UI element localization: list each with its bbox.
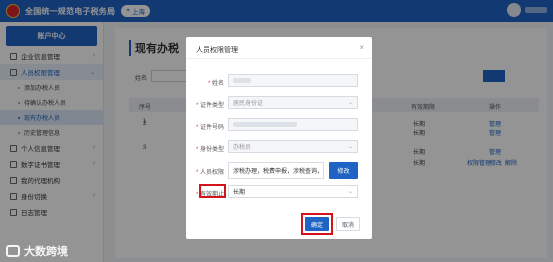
id-number-field	[228, 118, 358, 131]
watermark-logo-icon	[6, 245, 20, 257]
identity-type-label-text: 身份类型	[199, 147, 224, 153]
dialog-title: 人员权限管理	[196, 47, 238, 54]
validity-value: 长期	[233, 190, 246, 196]
confirm-button-highlight	[301, 213, 333, 235]
id-type-value: 居民身份证	[233, 101, 264, 107]
id-type-select: 居民身份证 ⌄	[228, 96, 358, 109]
identity-type-label: * 身份类型	[195, 147, 224, 153]
permissions-field[interactable]: 涉税办理，税费申报，涉税查询，发票…	[228, 162, 324, 179]
validity-select[interactable]: 长期 ⌄	[228, 185, 358, 198]
chevron-down-icon: ⌄	[347, 189, 353, 195]
personnel-permission-dialog: 人员权限管理 × * 姓名 * 证件类型 居民身份证 ⌄ * 证件号码 * 身份类…	[186, 37, 372, 239]
chevron-down-icon: ⌄	[347, 100, 353, 106]
cancel-button[interactable]: 取消	[336, 217, 360, 231]
redacted-name	[233, 78, 251, 83]
id-type-label-text: 证件类型	[199, 103, 224, 109]
name-field	[228, 74, 358, 87]
watermark-text: 大数跨境	[24, 246, 68, 258]
id-number-label: * 证件号码	[195, 125, 224, 131]
permissions-label-text: 人员权限	[199, 170, 224, 176]
validity-label-highlight	[199, 184, 226, 198]
close-icon[interactable]: ×	[359, 43, 364, 52]
edit-permissions-button[interactable]: 修改	[329, 162, 358, 179]
name-label: * 姓名	[207, 81, 224, 87]
permissions-label: * 人员权限	[195, 170, 224, 176]
name-label-text: 姓名	[211, 81, 224, 87]
id-type-label: * 证件类型	[195, 103, 224, 109]
identity-type-value: 办税员	[233, 145, 252, 151]
id-number-label-text: 证件号码	[199, 125, 224, 131]
chevron-down-icon: ⌄	[347, 144, 353, 150]
watermark: 大数跨境	[6, 243, 68, 259]
redacted-id-number	[233, 122, 297, 127]
dialog-divider	[186, 58, 372, 59]
identity-type-select: 办税员 ⌄	[228, 140, 358, 153]
